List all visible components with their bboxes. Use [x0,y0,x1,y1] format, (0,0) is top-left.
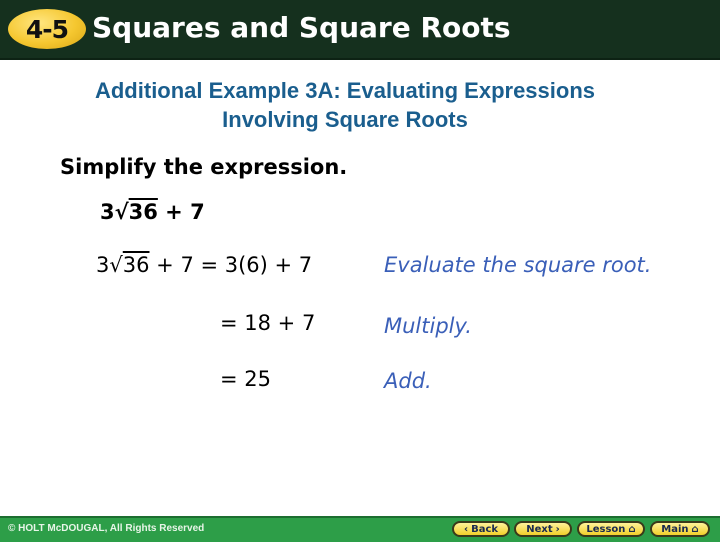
coefficient: 3 [100,200,115,224]
step-3-explanation: Add. [384,369,432,393]
main-button[interactable]: Main ⌂ [650,521,710,537]
next-label: Next [526,523,553,535]
step-1-coefficient: 3 [96,253,110,277]
expression-rest: + 7 [157,200,205,224]
example-heading: Additional Example 3A: Evaluating Expres… [0,76,690,134]
example-heading-line1: Additional Example 3A: Evaluating Expres… [94,78,596,103]
example-heading-line2: Involving Square Roots [222,107,468,132]
back-label: Back [471,523,499,535]
main-label: Main [661,523,689,535]
radical-icon: √ [109,253,123,277]
lesson-badge: 4-5 [8,9,86,49]
next-button[interactable]: Next › [514,521,572,537]
chevron-left-icon: ‹ [463,523,469,535]
lesson-label: Lesson [586,523,626,535]
problem-expression: 3√36 + 7 [100,200,205,224]
footer-bar: © HOLT McDOUGAL, All Rights Reserved ‹ B… [0,516,720,542]
radicand: 36 [128,200,158,224]
lesson-button[interactable]: Lesson ⌂ [577,521,645,537]
home-icon: ⌂ [628,523,636,535]
lesson-number: 4-5 [25,14,69,44]
copyright-text: © HOLT McDOUGAL, All Rights Reserved [8,523,205,534]
instruction-text: Simplify the expression. [60,155,348,179]
back-button[interactable]: ‹ Back [452,521,510,537]
page-title: Squares and Square Roots [92,11,511,44]
header-bar: 4-5 Squares and Square Roots [0,0,720,60]
radical-icon: √ [114,200,129,224]
step-1-equation: + 7 = 3(6) + 7 [149,253,313,277]
chevron-right-icon: › [555,523,560,535]
step-1-radicand: 36 [122,253,150,277]
step-1-work: 3√36 + 7 = 3(6) + 7 [96,253,312,277]
step-2-explanation: Multiply. [384,314,472,338]
step-3-work: = 25 [220,367,271,391]
step-2-work: = 18 + 7 [220,311,316,335]
step-1-explanation: Evaluate the square root. [384,253,652,277]
home-icon: ⌂ [691,523,699,535]
